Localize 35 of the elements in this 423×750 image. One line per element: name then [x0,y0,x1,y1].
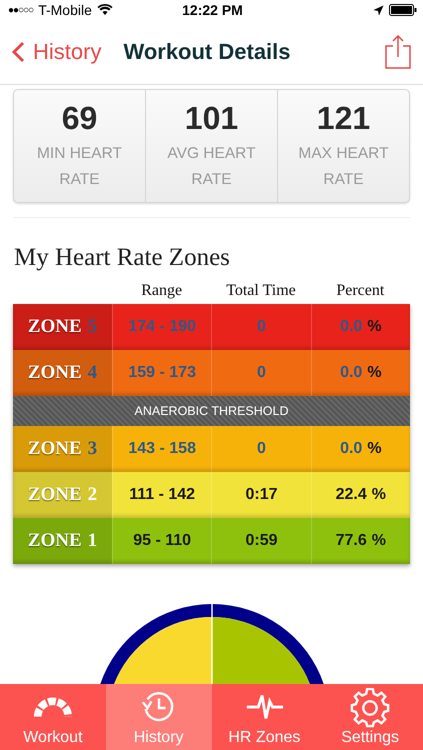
back-button[interactable]: History [12,39,102,65]
share-icon [385,35,411,69]
stat-label: MIN HEART RATE [36,144,123,190]
tab-button[interactable]: Workout [0,684,106,750]
status-time: 12:22 PM [182,2,243,18]
tab-button[interactable]: History [106,684,212,750]
zone-label: ZONE 3 [13,426,112,472]
zone-label: ZONE 5 [13,304,112,350]
zone-percent: 77.6 % [310,518,410,564]
stat-value: 121 [316,100,370,137]
zone-label: ZONE 4 [13,350,112,396]
column-header: Range [140,282,184,300]
threshold-bar: ANAEROBIC THRESHOLD [13,396,410,426]
signal-dots: ●●○○○ [8,4,34,16]
settings-icon [350,688,390,728]
zone-label: ZONE 2 [13,472,112,518]
stat-label: MAX HEART RATE [297,144,390,190]
share-button[interactable] [385,35,411,69]
zone-range: 95 - 110 [112,518,212,564]
tab-button[interactable]: HR Zones [212,684,318,750]
zone-time: 0:59 [211,518,311,564]
column-header: Total Time [225,282,297,300]
column-header: Percent [335,282,386,300]
zone-label: ZONE 1 [13,518,112,564]
screen-title: Workout Details [123,39,292,65]
stat-label: AVG HEART RATE [166,144,257,190]
chevron-left-icon [12,41,25,63]
stat-value: 69 [62,100,98,137]
section-title: My Heart Rate Zones [14,244,231,272]
carrier-name: T-Mobile [38,2,92,18]
stat-value: 101 [184,100,238,137]
battery-icon [388,4,417,16]
wifi-icon [96,4,113,16]
tab-button[interactable]: Settings [317,684,423,750]
location-arrow-icon [372,4,384,16]
